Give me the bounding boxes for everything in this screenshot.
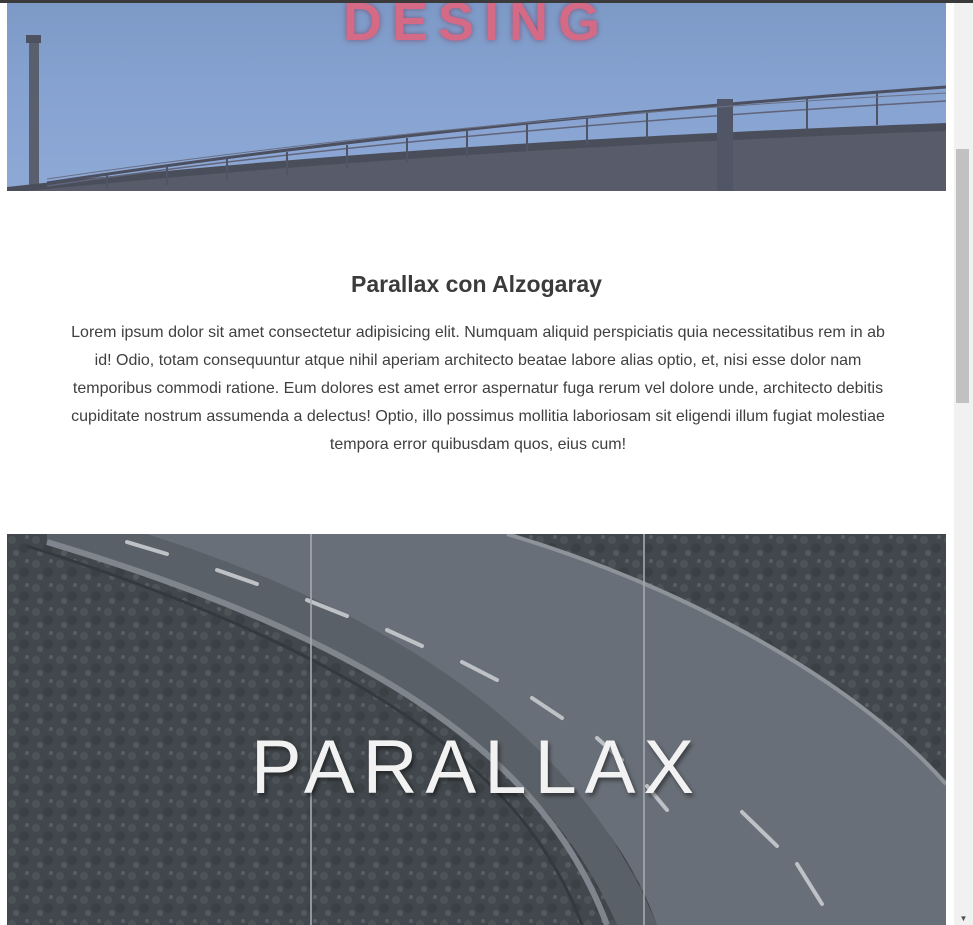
scrollbar-thumb[interactable] [956, 149, 969, 403]
content-section: Parallax con Alzogaray Lorem ipsum dolor… [7, 191, 946, 534]
hero-top-title: DESING [342, 3, 611, 52]
hero-bottom-section: PARALLAX [7, 534, 946, 925]
page[interactable]: DESING Parallax con Alzogaray Lorem ipsu… [7, 3, 946, 925]
hero-bottom-title: PARALLAX [250, 725, 703, 810]
section-heading: Parallax con Alzogaray [351, 271, 602, 297]
hero-top-section: DESING [7, 3, 946, 191]
scroll-down-arrow-icon[interactable]: ▼ [954, 913, 973, 925]
section-paragraph: Lorem ipsum dolor sit amet consectetur a… [71, 324, 885, 453]
vertical-scrollbar[interactable]: ▼ [954, 3, 973, 925]
